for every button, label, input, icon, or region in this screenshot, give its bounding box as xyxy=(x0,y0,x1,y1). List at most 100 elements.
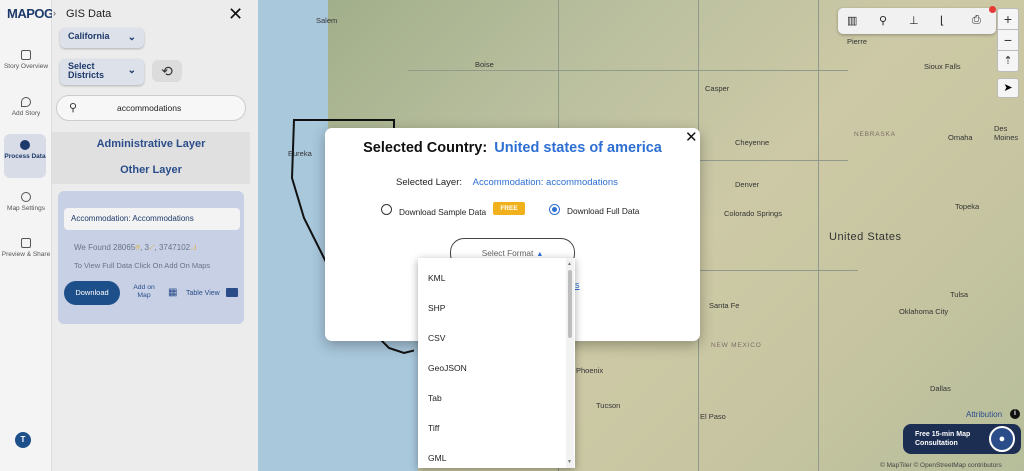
city-label: Tucson xyxy=(596,401,621,410)
map-icon: ▦ xyxy=(168,287,178,298)
zoom-out-button[interactable]: − xyxy=(997,29,1019,51)
format-dropdown: KML SHP CSV GeoJSON Tab Tiff GML ▲ ▼ xyxy=(418,258,575,468)
city-label: Boise xyxy=(475,60,494,69)
info-icon[interactable]: i xyxy=(1010,409,1020,419)
country-label: United States xyxy=(829,231,902,243)
administrative-layer-button[interactable]: Administrative Layer xyxy=(52,132,250,158)
result-title: Accommodation: Accommodations xyxy=(64,208,240,230)
map-copyright: © MapTiler © OpenStreetMap contributors xyxy=(880,462,1002,469)
city-label: Phoenix xyxy=(576,366,604,375)
scrollbar-thumb[interactable] xyxy=(568,270,572,338)
reset-button[interactable]: ⟲ xyxy=(152,60,182,82)
format-option[interactable]: SHP xyxy=(428,303,445,313)
geolocate-button[interactable]: ➤ xyxy=(997,78,1019,98)
city-label: Cheyenne xyxy=(735,138,770,147)
caret-up-icon: ▲ xyxy=(536,251,544,258)
sample-data-radio[interactable] xyxy=(381,204,392,215)
settings-icon xyxy=(21,192,31,202)
layers-icon[interactable]: ▥ xyxy=(847,14,857,27)
city-label: Eureka xyxy=(288,149,312,158)
city-label: Dallas xyxy=(930,384,951,393)
table-icon xyxy=(226,288,238,297)
chevron-left-icon[interactable]: › xyxy=(53,8,56,18)
search-input[interactable]: ⚲ accommodations xyxy=(56,95,246,121)
rail-label: Map Settings xyxy=(7,205,45,212)
format-option[interactable]: GML xyxy=(428,453,446,463)
zoom-in-button[interactable]: + xyxy=(997,8,1019,30)
selected-country: United states of america xyxy=(494,140,662,156)
map-toolbar: ▥ ⚲ ⊥ ⌊ ⎙ xyxy=(838,6,996,34)
table-view-button[interactable]: Table View xyxy=(186,290,220,297)
city-label: Tulsa xyxy=(950,290,969,299)
panel-title: GIS Data xyxy=(66,8,112,20)
district-select[interactable]: Select Districts ⌄ xyxy=(60,59,144,85)
add-on-map-label: Add on Map xyxy=(133,284,155,299)
city-label: Salem xyxy=(316,16,338,25)
free-badge: FREE xyxy=(493,202,525,215)
chat-icon[interactable]: ● xyxy=(989,426,1015,452)
format-option[interactable]: Tiff xyxy=(428,423,439,433)
download-button[interactable]: Download xyxy=(64,281,120,305)
add-on-map-button[interactable]: Add on Map xyxy=(130,284,158,300)
point-icon: ⌾ xyxy=(135,243,141,252)
panel-header: › GIS Data ✕ xyxy=(52,0,258,28)
full-data-radio[interactable] xyxy=(549,204,560,215)
scroll-down-icon[interactable]: ▼ xyxy=(567,459,572,465)
rail-map-settings[interactable]: Map Settings xyxy=(0,192,52,213)
point-count: 28065 xyxy=(113,243,136,252)
title-prefix: Selected Country: xyxy=(363,140,488,156)
other-layer-button[interactable]: Other Layer xyxy=(52,158,250,184)
state-select[interactable]: California ⌄ xyxy=(60,28,144,48)
location-icon[interactable]: ⊥ xyxy=(909,14,919,27)
line-icon: ⟋ xyxy=(148,243,155,252)
rail-add-story[interactable]: Add Story xyxy=(0,97,52,118)
gear-icon xyxy=(20,140,30,150)
rail-label: Add Story xyxy=(11,110,41,117)
selected-layer-row: Selected Layer: Accommodation: accommoda… xyxy=(396,177,618,188)
book-icon xyxy=(21,50,31,60)
attribution-link[interactable]: Attribution xyxy=(966,410,1002,419)
left-rail: MAPOG Story Overview Add Story Process D… xyxy=(0,0,54,471)
compass-button[interactable]: ⇡ xyxy=(997,50,1019,72)
search-value: accommodations xyxy=(117,103,182,113)
state-border xyxy=(408,70,848,71)
search-icon: ⚲ xyxy=(69,102,78,114)
layer-value: Accommodation: accommodations xyxy=(472,177,618,188)
city-label: Oklahoma City xyxy=(899,307,949,316)
sample-data-label[interactable]: Download Sample Data xyxy=(399,207,486,217)
user-avatar[interactable]: T xyxy=(15,432,31,448)
print-icon[interactable]: ⎙ xyxy=(972,14,981,27)
close-icon[interactable]: ✕ xyxy=(228,4,243,25)
full-data-label[interactable]: Download Full Data xyxy=(567,206,639,216)
polygon-icon: ◿ xyxy=(190,243,197,252)
format-option[interactable]: Tab xyxy=(428,393,442,403)
rail-label: Preview & Share xyxy=(1,251,51,258)
city-label: El Paso xyxy=(700,412,726,421)
found-prefix: We Found xyxy=(74,243,111,252)
city-label: Omaha xyxy=(948,133,973,142)
rail-label: Story Overview xyxy=(3,63,49,70)
measure-icon[interactable]: ⌊ xyxy=(940,14,944,27)
city-label: Denver xyxy=(735,180,760,189)
modal-title: Selected Country: United states of ameri… xyxy=(325,140,700,156)
format-placeholder: Select Format xyxy=(481,248,534,258)
share-icon xyxy=(21,238,31,248)
format-option[interactable]: GeoJSON xyxy=(428,363,467,373)
rail-label: Process Data xyxy=(4,153,46,160)
format-option[interactable]: CSV xyxy=(428,333,445,343)
layer-label: Selected Layer: xyxy=(396,177,463,188)
state-label: NEBRASKA xyxy=(854,131,896,138)
result-hint: To View Full Data Click On Add On Maps xyxy=(74,261,211,270)
polygon-count: 3747102 xyxy=(158,243,191,252)
format-option[interactable]: KML xyxy=(428,273,445,283)
rail-process-data[interactable]: Process Data xyxy=(4,134,46,178)
state-label: NEW MEXICO xyxy=(711,342,762,349)
app-logo: MAPOG xyxy=(7,6,54,21)
scroll-up-icon[interactable]: ▲ xyxy=(567,261,572,267)
rail-preview-share[interactable]: Preview & Share xyxy=(0,238,52,259)
rail-story-overview[interactable]: Story Overview xyxy=(0,50,52,71)
district-select-value: Select Districts xyxy=(68,61,105,80)
city-label: Colorado Springs xyxy=(724,209,782,218)
search-icon[interactable]: ⚲ xyxy=(879,14,887,27)
city-label: Sioux Falls xyxy=(924,62,961,71)
